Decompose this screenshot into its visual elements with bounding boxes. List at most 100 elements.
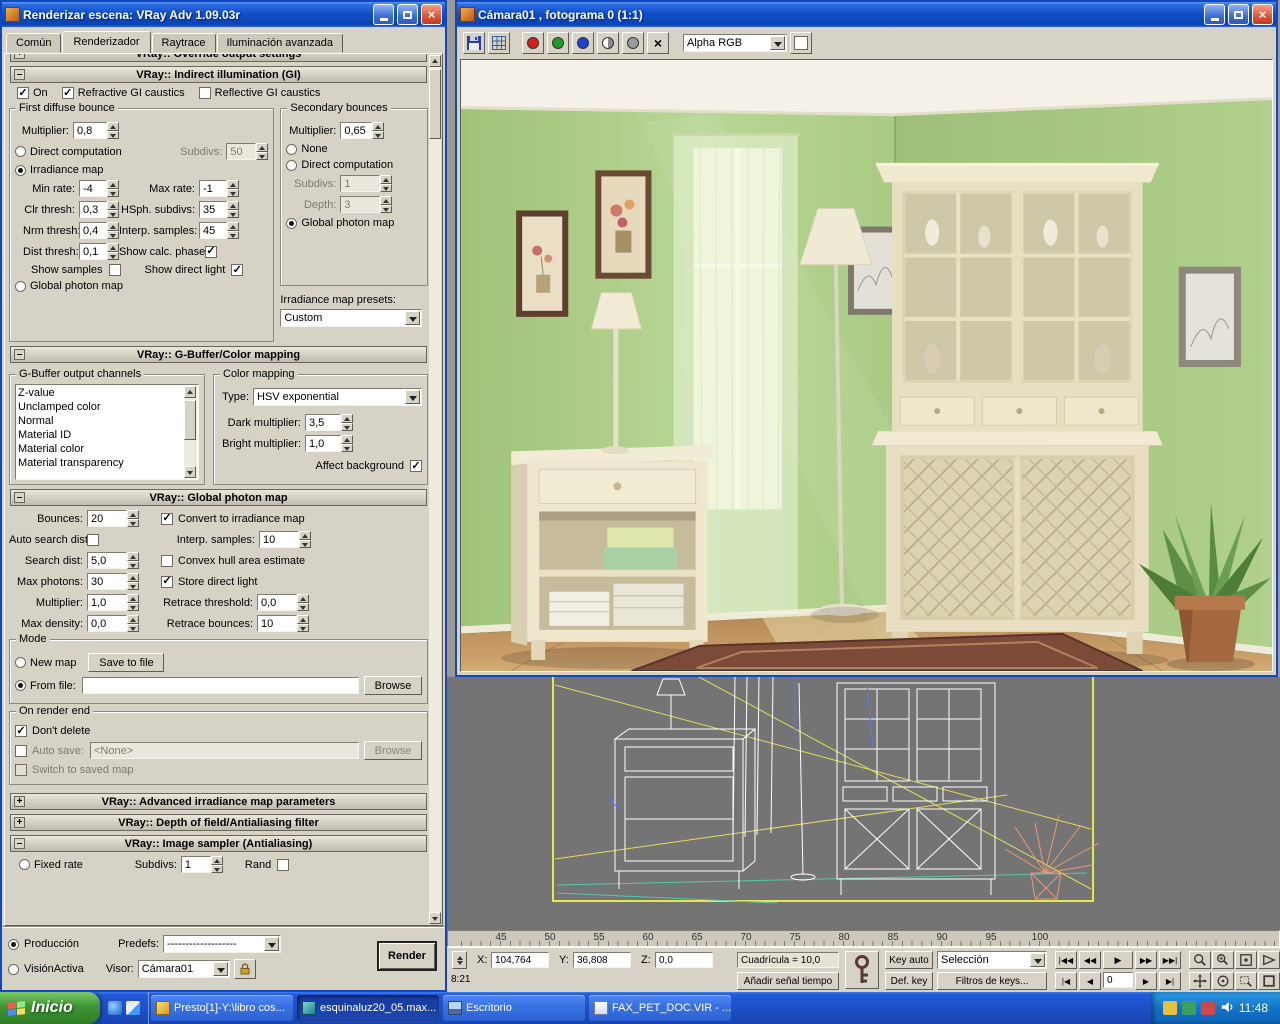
photon-multiplier-field[interactable]: 1,0: [87, 594, 127, 611]
list-item[interactable]: Material transparency: [18, 456, 184, 470]
auto-save-checkbox[interactable]: [15, 744, 27, 757]
y-coordinate-field[interactable]: 36,808: [573, 952, 631, 968]
add-time-tag-button[interactable]: Añadir señal tiempo: [737, 972, 839, 990]
dropdown-arrow-icon[interactable]: [212, 962, 228, 976]
list-item[interactable]: Material color: [18, 442, 184, 456]
max-density-field[interactable]: 0,0: [87, 615, 127, 632]
interp-samples-spinner[interactable]: [227, 222, 239, 239]
new-map-radio[interactable]: [15, 657, 26, 668]
retrace-bounces-spinner[interactable]: [297, 615, 309, 632]
dist-thresh-spinner[interactable]: [107, 243, 119, 260]
vfb-titlebar[interactable]: Cámara01 , fotograma 0 (1:1) ×: [457, 2, 1276, 27]
rollout-dof-antialiasing[interactable]: + VRay:: Depth of field/Antialiasing fil…: [10, 814, 427, 831]
scroll-up-icon[interactable]: [184, 386, 196, 398]
green-channel-button[interactable]: [547, 32, 569, 54]
taskbar-item-3dsmax[interactable]: esquinaluz20_05.max...: [297, 995, 439, 1021]
camera-viewport[interactable]: [447, 677, 1280, 930]
convex-hull-checkbox[interactable]: [161, 554, 173, 567]
auto-key-button[interactable]: Key auto: [885, 951, 933, 969]
key-filters-button[interactable]: Filtros de keys...: [937, 972, 1047, 990]
nrm-thresh-field[interactable]: 0,4: [79, 222, 107, 239]
color-mapping-type-dropdown[interactable]: HSV exponential: [253, 388, 422, 406]
internet-explorer-icon[interactable]: [108, 1001, 122, 1015]
min-rate-spinner[interactable]: [107, 180, 119, 197]
list-item[interactable]: Normal: [18, 414, 184, 428]
track-bar[interactable]: 45 50 55 60 65 70 75 80 85 90 95 100: [447, 930, 1280, 947]
go-to-start-button[interactable]: |◀◀: [1055, 951, 1077, 969]
tray-icon-3[interactable]: [1200, 1001, 1215, 1015]
previous-key-button[interactable]: |◀: [1055, 972, 1077, 990]
direct-computation-radio[interactable]: [15, 146, 26, 157]
x-coordinate-field[interactable]: 104,764: [491, 952, 549, 968]
secondary-none-radio[interactable]: [286, 143, 298, 155]
min-rate-field[interactable]: -4: [79, 180, 107, 197]
viewport-dropdown[interactable]: Cámara01: [137, 960, 230, 978]
secondary-direct-radio[interactable]: [286, 159, 298, 171]
background-color-swatch[interactable]: [790, 32, 812, 54]
sampler-subdivs-field[interactable]: 1: [180, 856, 211, 873]
zoom-region-button[interactable]: [1235, 972, 1257, 990]
default-key-button[interactable]: Def. key: [885, 972, 933, 990]
step-back-button[interactable]: ◀: [1079, 972, 1101, 990]
vfb-close-button[interactable]: ×: [1252, 4, 1273, 25]
secondary-global-photon-radio[interactable]: [286, 217, 298, 229]
retrace-threshold-field[interactable]: 0,0: [257, 594, 297, 611]
secondary-depth-spinner[interactable]: [380, 196, 393, 213]
from-file-radio[interactable]: [15, 680, 26, 691]
zoom-all-button[interactable]: [1212, 951, 1234, 969]
nrm-thresh-spinner[interactable]: [107, 222, 119, 239]
current-frame-field[interactable]: 0: [1103, 972, 1133, 988]
dropdown-arrow-icon[interactable]: [264, 937, 280, 951]
rollout-override-output[interactable]: + VRay:: Override output settings: [10, 54, 427, 62]
photon-interp-samples-spinner[interactable]: [299, 531, 311, 548]
irradiance-presets-dropdown[interactable]: Custom: [280, 309, 423, 327]
store-direct-light-checkbox[interactable]: [161, 575, 173, 588]
max-photons-spinner[interactable]: [127, 573, 139, 590]
secondary-subdivs-field[interactable]: 1: [340, 175, 381, 192]
viewport-lock-button[interactable]: [233, 959, 256, 979]
rollout-toggle-icon[interactable]: –: [14, 69, 25, 80]
close-button[interactable]: ×: [421, 4, 442, 25]
list-item[interactable]: Unclamped color: [18, 400, 184, 414]
pan-button[interactable]: [1189, 972, 1211, 990]
taskbar-item-presto[interactable]: Presto[1]-Y:\libro cos...: [151, 995, 293, 1021]
activeshade-radio[interactable]: [8, 963, 19, 975]
reflective-caustics-checkbox[interactable]: [198, 87, 211, 99]
track-selection-button[interactable]: [452, 951, 467, 969]
photon-browse-button[interactable]: Browse: [364, 676, 422, 695]
autosave-browse-button[interactable]: Browse: [364, 741, 422, 760]
selection-set-dropdown[interactable]: Selección: [937, 951, 1047, 969]
red-channel-button[interactable]: [522, 32, 544, 54]
photon-file-field[interactable]: [81, 677, 359, 694]
channel-select-dropdown[interactable]: Alpha RGB: [683, 34, 787, 52]
taskbar-item-fax-doc[interactable]: FAX_PET_DOC.VIR - ...: [589, 995, 731, 1021]
max-photons-field[interactable]: 30: [87, 573, 127, 590]
rollout-toggle-icon[interactable]: –: [14, 349, 25, 360]
tray-icon-1[interactable]: [1162, 1001, 1177, 1015]
next-frame-button[interactable]: ▶▶: [1135, 951, 1157, 969]
production-radio[interactable]: [8, 938, 19, 950]
tab-raytrace[interactable]: Raytrace: [151, 33, 216, 53]
dropdown-arrow-icon[interactable]: [405, 311, 421, 325]
save-to-file-button[interactable]: Save to file: [88, 653, 165, 672]
alpha-channel-button[interactable]: [622, 32, 644, 54]
z-coordinate-field[interactable]: 0,0: [655, 952, 713, 968]
render-presets-dropdown[interactable]: -------------------: [163, 935, 282, 953]
rollout-image-sampler[interactable]: – VRay:: Image sampler (Antialiasing): [10, 835, 427, 852]
auto-save-field[interactable]: <None>: [89, 742, 359, 759]
blue-channel-button[interactable]: [572, 32, 594, 54]
first-subdivs-field[interactable]: 50: [226, 143, 257, 160]
taskbar-item-escritorio[interactable]: Escritorio: [443, 995, 585, 1021]
list-item[interactable]: Z-value: [18, 386, 184, 400]
bright-multiplier-field[interactable]: 1,0: [305, 435, 341, 452]
convert-irradiance-checkbox[interactable]: [161, 512, 173, 525]
refractive-caustics-checkbox[interactable]: [61, 87, 74, 99]
taskbar-clock[interactable]: 11:48: [1239, 1001, 1268, 1015]
vfb-restore-button[interactable]: [1228, 4, 1249, 25]
hsph-subdivs-field[interactable]: 35: [199, 201, 227, 218]
rollout-toggle-icon[interactable]: +: [14, 796, 25, 807]
minimize-button[interactable]: [373, 4, 394, 25]
set-key-button[interactable]: [845, 951, 879, 989]
tab-renderizador[interactable]: Renderizador: [62, 31, 151, 54]
hsph-subdivs-spinner[interactable]: [227, 201, 239, 218]
